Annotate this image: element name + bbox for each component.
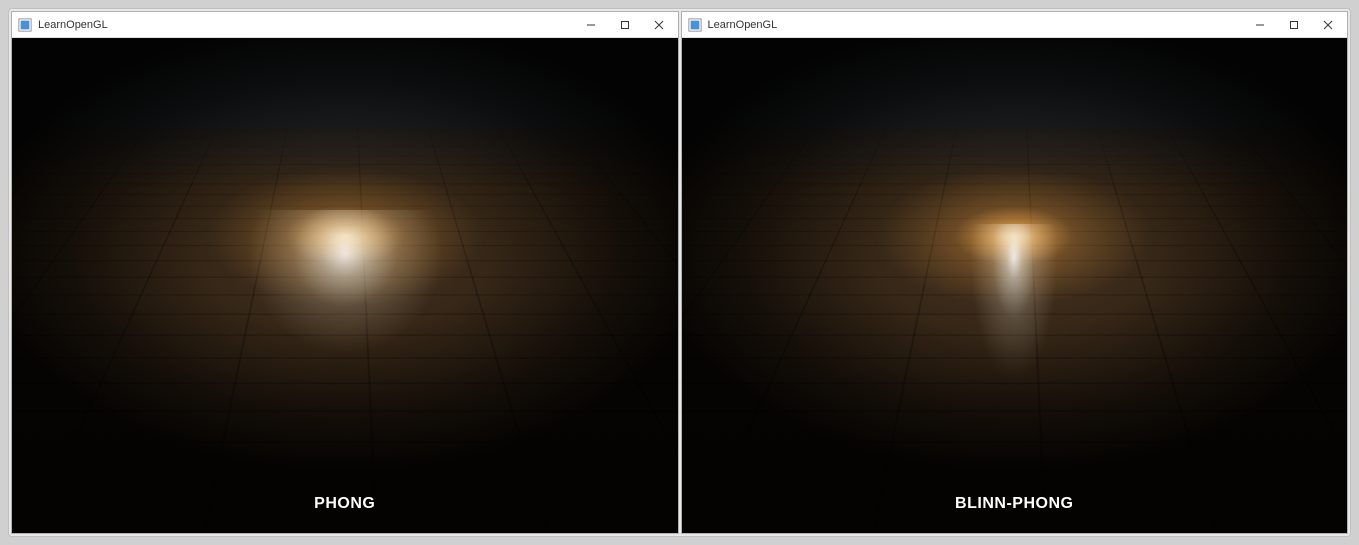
minimize-button[interactable]: [1243, 13, 1277, 37]
window-blinn-phong: LearnOpenGL BLI: [681, 11, 1349, 534]
window-controls: [574, 13, 676, 37]
app-icon: [688, 18, 702, 32]
close-button[interactable]: [1311, 13, 1345, 37]
maximize-icon: [1289, 20, 1299, 30]
window-title: LearnOpenGL: [38, 19, 574, 31]
render-viewport-phong[interactable]: PHONG: [12, 38, 678, 533]
close-icon: [654, 20, 664, 30]
minimize-icon: [1255, 20, 1265, 30]
titlebar: LearnOpenGL: [12, 12, 678, 38]
maximize-button[interactable]: [1277, 13, 1311, 37]
scene: [682, 38, 1348, 533]
scene: [12, 38, 678, 533]
background-sky: [682, 38, 1348, 127]
window-controls: [1243, 13, 1345, 37]
maximize-button[interactable]: [608, 13, 642, 37]
minimize-button[interactable]: [574, 13, 608, 37]
titlebar: LearnOpenGL: [682, 12, 1348, 38]
close-button[interactable]: [642, 13, 676, 37]
shading-model-label: BLINN-PHONG: [955, 495, 1073, 513]
window-title: LearnOpenGL: [708, 19, 1244, 31]
render-viewport-blinn[interactable]: BLINN-PHONG: [682, 38, 1348, 533]
wood-floor: [682, 116, 1348, 533]
maximize-icon: [620, 20, 630, 30]
app-icon: [18, 18, 32, 32]
close-icon: [1323, 20, 1333, 30]
shading-model-label: PHONG: [314, 495, 375, 513]
comparison-container: LearnOpenGL PHO: [8, 8, 1351, 537]
minimize-icon: [586, 20, 596, 30]
window-phong: LearnOpenGL PHO: [11, 11, 679, 534]
wood-floor: [12, 116, 678, 533]
background-sky: [12, 38, 678, 127]
